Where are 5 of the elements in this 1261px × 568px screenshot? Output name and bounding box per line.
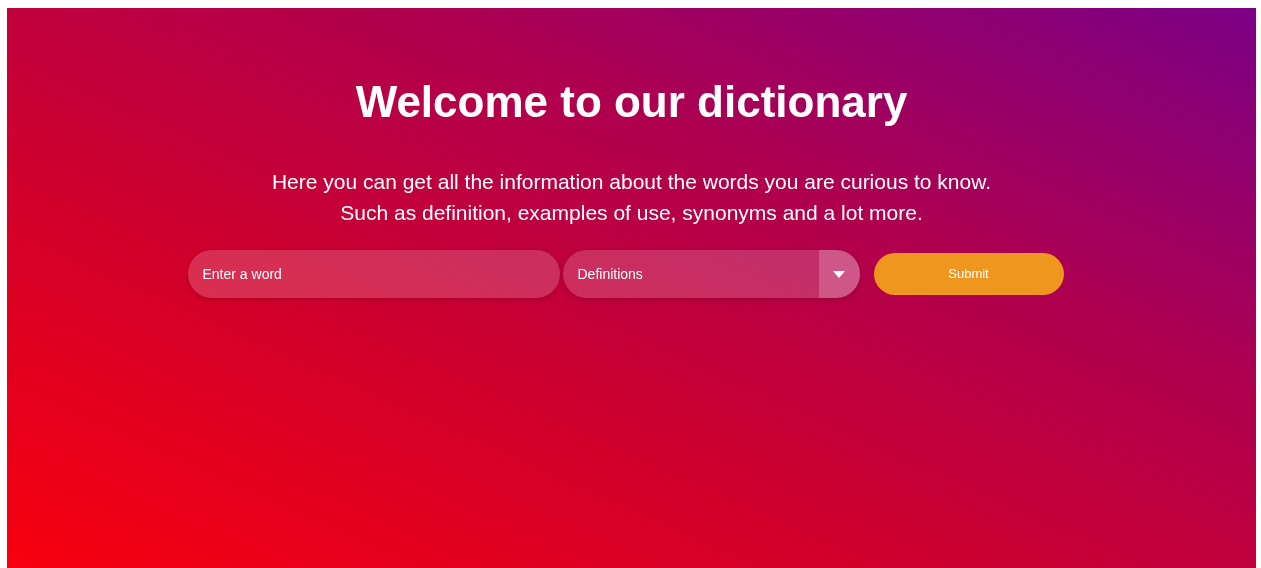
- page-title: Welcome to our dictionary: [355, 76, 908, 128]
- intro-text: Such as definition, examples of use, synonyms and a lot more.: [340, 200, 923, 226]
- intro-text: Here you can get all the information about the words you are curious to know.: [271, 169, 992, 195]
- definition-select[interactable]: Definitions: [562, 250, 860, 298]
- caret-icon: [833, 270, 845, 278]
